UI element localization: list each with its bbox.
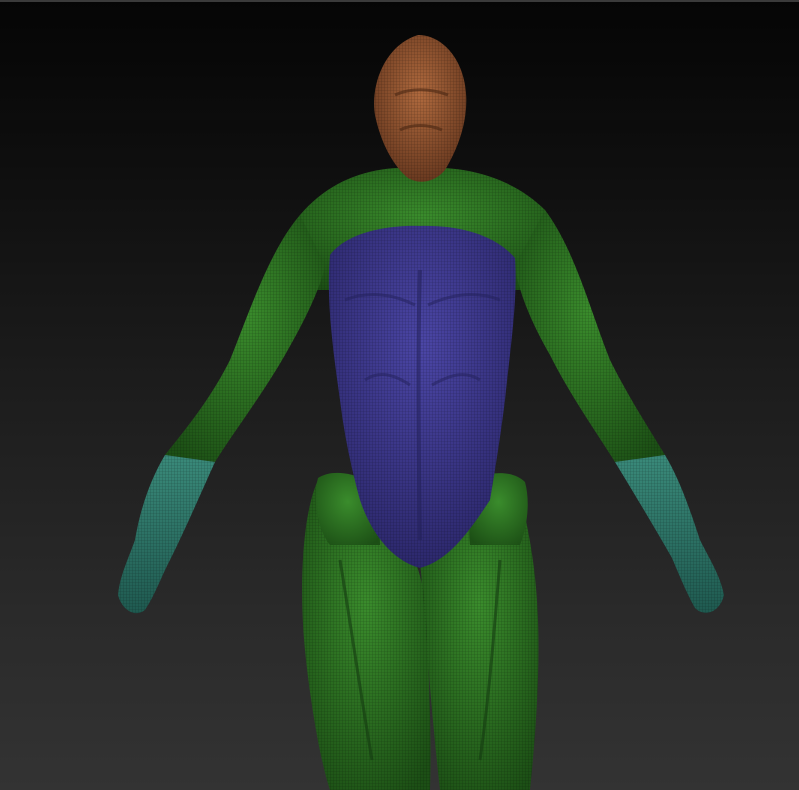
3d-viewport[interactable] — [0, 0, 799, 790]
right-arm — [515, 210, 724, 613]
left-arm — [118, 215, 325, 614]
head — [374, 35, 467, 182]
sculpt-model[interactable] — [0, 0, 799, 790]
